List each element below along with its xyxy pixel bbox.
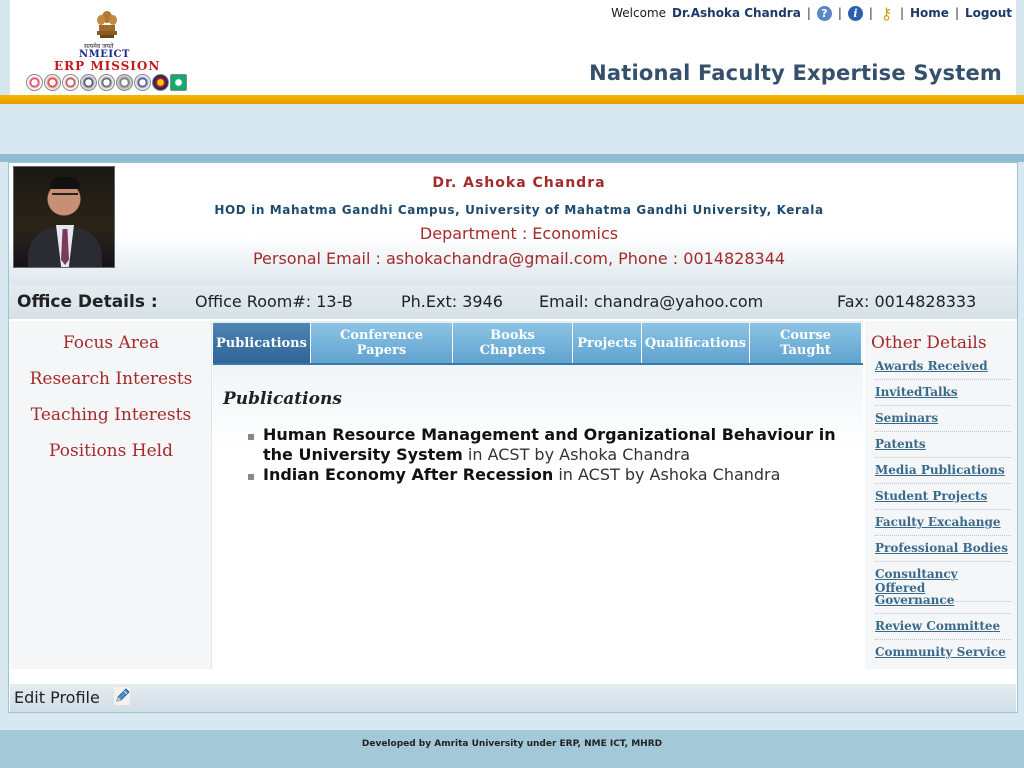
publications-heading: Publications [223,389,342,409]
header-band [0,104,1024,154]
profile-designation: HOD in Mahatma Gandhi Campus, University… [214,203,824,217]
link-governance[interactable]: Governance [875,593,1011,614]
header-band-dark [0,154,1024,162]
nav-separator: | [837,6,842,20]
tab-bar: Publications Conference Papers Books Cha… [213,321,863,365]
office-details-label: Office Details : [17,292,158,312]
seal-icon [134,74,151,91]
link-community-service[interactable]: Community Service [875,645,1011,665]
seal-icon [26,74,43,91]
office-details: Office Details : Office Room#: 13-B Ph.E… [9,285,1017,319]
photo-glasses [52,193,78,199]
page-footer: Developed by Amrita University under ERP… [0,730,1024,768]
profile-contact: Personal Email : ashokachandra@gmail.com… [252,249,786,268]
left-menu-focus-area[interactable]: Focus Area [10,333,212,353]
seal-icon [80,74,97,91]
nav-separator: | [868,6,873,20]
publication-detail: in ACST by Ashoka Chandra [553,465,781,484]
logo-seals [26,74,187,91]
link-patents[interactable]: Patents [875,437,1011,458]
logo-erp-mission-text: ERP MISSION [54,59,161,73]
content-panel: Publications Conference Papers Books Cha… [213,321,863,685]
header-left-edge [0,0,10,96]
tab-books-chapters[interactable]: Books Chapters [453,323,573,363]
link-media-publications[interactable]: Media Publications [875,463,1011,484]
office-room: Office Room#: 13-B [195,292,353,311]
profile-name: Dr. Ashoka Chandra [432,175,606,191]
left-menu-research-interests[interactable]: Research Interests [10,369,212,389]
nav-separator: | [899,6,904,20]
photo-hair [50,177,80,189]
left-menu: Focus Area Research Interests Teaching I… [10,321,212,669]
seal-icon [170,74,187,91]
profile-photo [13,166,115,268]
office-email: Email: chandra@yahoo.com [539,292,764,311]
home-link[interactable]: Home [910,6,949,20]
erp-mission-logo[interactable]: सत्यमेव जयते NMEICT ERP MISSION [24,8,192,94]
national-emblem-icon [97,11,117,38]
pencil-icon[interactable] [114,687,130,705]
tab-conference-papers[interactable]: Conference Papers [311,323,453,363]
tab-qualifications[interactable]: Qualifications [642,323,750,363]
tab-course-taught[interactable]: Course Taught [750,323,862,363]
profile-header: Dr. Ashoka Chandra HOD in Mahatma Gandhi… [9,163,1017,285]
seal-icon [62,74,79,91]
welcome-text: Welcome [611,6,667,20]
publication-detail: in ACST by Ashoka Chandra [462,445,691,464]
publication-item: Human Resource Management and Organizati… [243,425,843,465]
link-professional-bodies[interactable]: Professional Bodies [875,541,1011,562]
publications-list: Human Resource Management and Organizati… [243,425,843,485]
publication-title: Indian Economy After Recession [263,465,554,484]
link-student-projects[interactable]: Student Projects [875,489,1011,510]
info-icon[interactable]: i [847,5,863,21]
user-name: Dr.Ashoka Chandra [672,6,801,20]
nav-separator: | [954,6,959,20]
seal-icon [44,74,61,91]
tab-publications[interactable]: Publications [213,323,311,363]
office-fax: Fax: 0014828333 [837,292,977,311]
link-faculty-exchange[interactable]: Faculty Excahange [875,515,1011,536]
other-details-title: Other Details [871,333,987,353]
left-menu-teaching-interests[interactable]: Teaching Interests [10,405,212,425]
other-details-menu: Other Details Awards Received InvitedTal… [865,321,1017,669]
nav-separator: | [806,6,811,20]
link-invited-talks[interactable]: InvitedTalks [875,385,1011,406]
seal-icon [98,74,115,91]
help-icon[interactable]: ? [816,5,832,21]
header-accent-bar [0,95,1024,104]
tab-projects[interactable]: Projects [573,323,642,363]
seal-icon [116,74,133,91]
office-extension: Ph.Ext: 3946 [401,292,503,311]
link-review-committee[interactable]: Review Committee [875,619,1011,640]
logout-link[interactable]: Logout [965,6,1012,20]
system-title: National Faculty Expertise System [589,61,1002,85]
footer-credits: Developed by Amrita University under ERP… [361,739,663,749]
left-menu-positions-held[interactable]: Positions Held [10,441,212,461]
edit-profile-label[interactable]: Edit Profile [14,688,100,707]
link-awards-received[interactable]: Awards Received [875,359,1011,380]
page-header: सत्यमेव जयते NMEICT ERP MISSION Welcome … [0,0,1024,96]
header-right-edge [1016,0,1024,96]
profile-department: Department : Economics [419,224,619,243]
seal-icon [152,74,169,91]
edit-profile-bar: Edit Profile [10,684,1016,712]
key-icon[interactable]: ⚷ [879,5,894,21]
top-navigation: Welcome Dr.Ashoka Chandra | ? | i | ⚷ | … [611,5,1012,21]
publication-item: Indian Economy After Recession in ACST b… [243,465,843,485]
link-seminars[interactable]: Seminars [875,411,1011,432]
profile-container: Dr. Ashoka Chandra HOD in Mahatma Gandhi… [8,162,1018,713]
